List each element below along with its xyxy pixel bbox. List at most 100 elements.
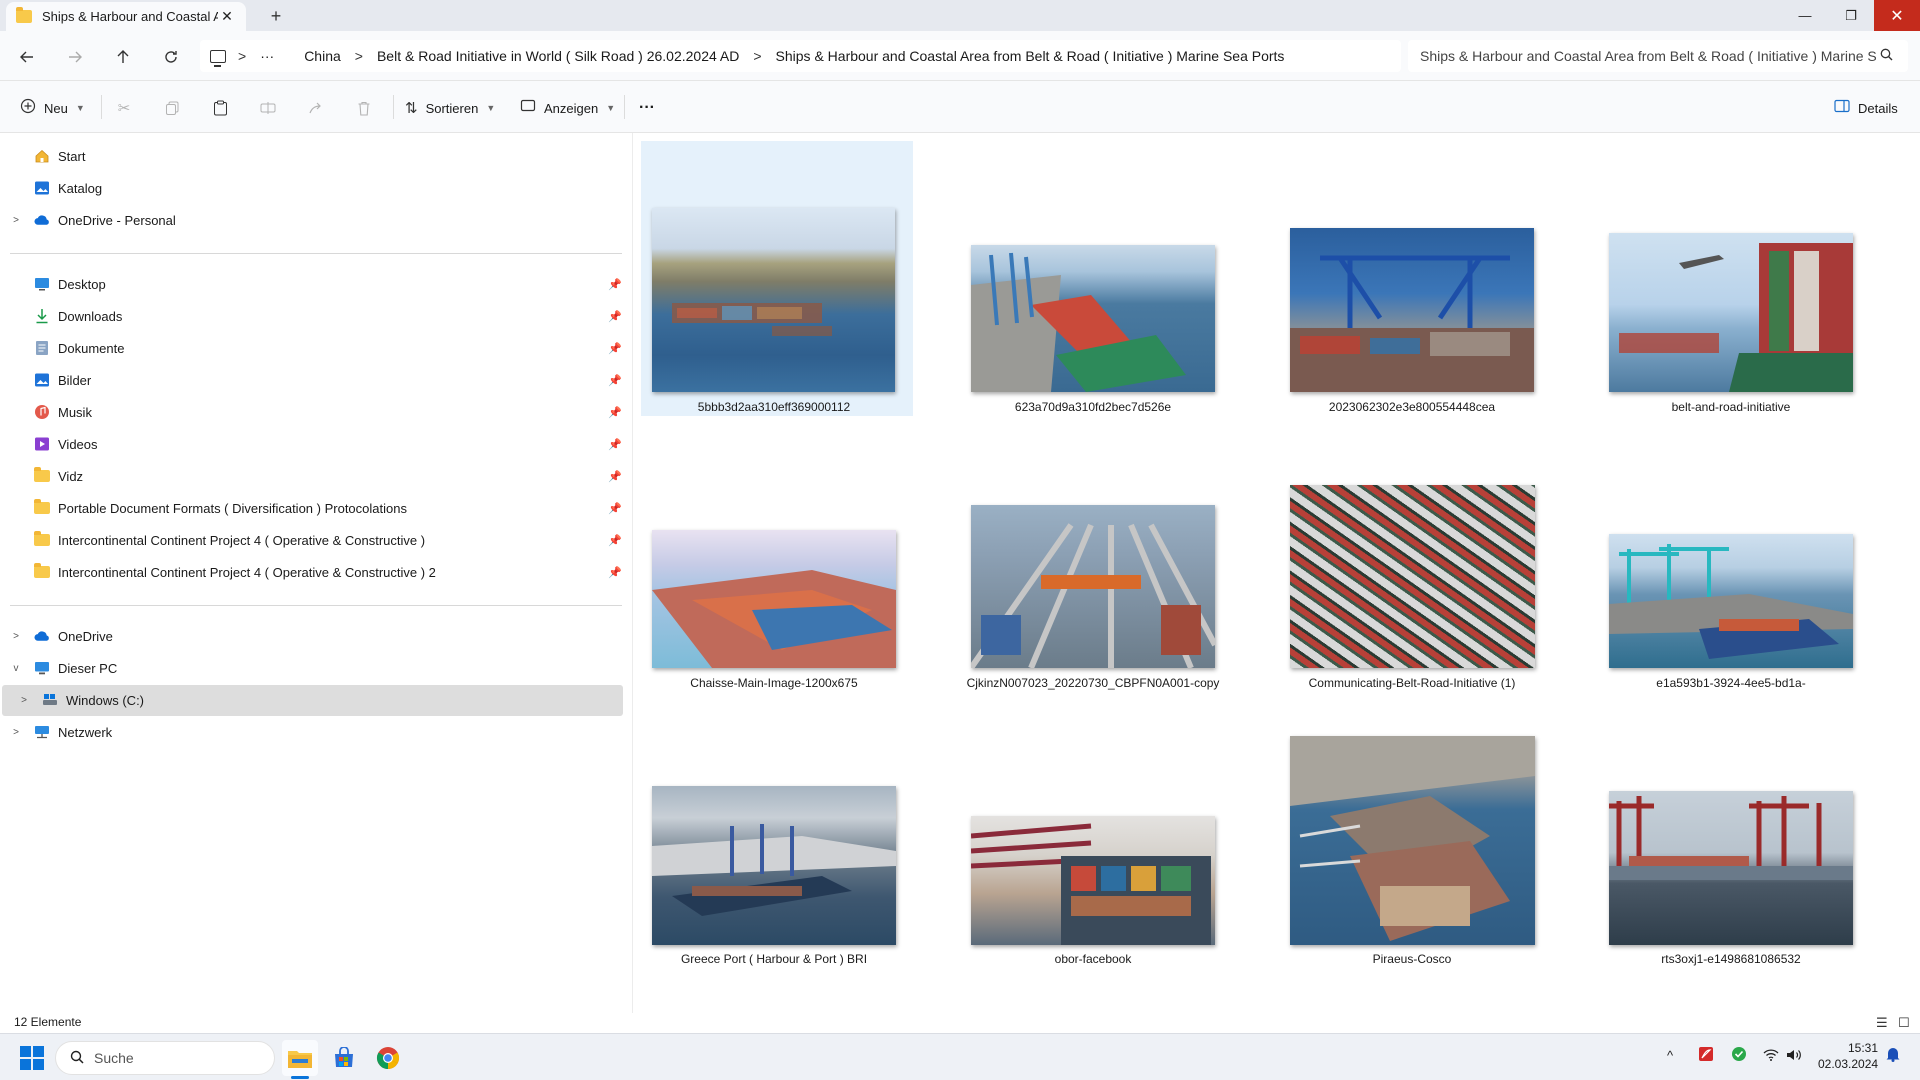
sort-button[interactable]: ⇅ Sortieren ▼ (405, 95, 495, 121)
forward-button[interactable] (62, 44, 88, 70)
start-button[interactable] (20, 1046, 44, 1070)
taskbar-search[interactable]: Suche (55, 1041, 275, 1075)
pin-icon[interactable]: 📌 (608, 470, 622, 483)
cut-button[interactable]: ✂ (111, 95, 137, 121)
sidebar-item-project-4[interactable]: Intercontinental Continent Project 4 ( O… (34, 525, 425, 555)
sidebar-item-project-4-2[interactable]: Intercontinental Continent Project 4 ( O… (34, 557, 436, 587)
paste-button[interactable] (207, 95, 233, 121)
breadcrumb-china[interactable]: China (304, 48, 341, 64)
back-button[interactable] (14, 44, 40, 70)
file-name[interactable]: Chaisse-Main-Image-1200x675 (624, 676, 924, 690)
sidebar-item-videos[interactable]: Videos (34, 429, 98, 459)
file-thumbnail[interactable] (1290, 485, 1535, 668)
file-name[interactable]: 2023062302e3e800554448cea (1262, 400, 1562, 414)
new-button[interactable]: Neu ▼ (20, 95, 85, 121)
sidebar-item-start[interactable]: Start (34, 141, 85, 171)
sidebar-item-windows-c[interactable]: Windows (C:) (42, 685, 144, 715)
file-name[interactable]: Piraeus-Cosco (1262, 952, 1562, 966)
file-thumbnail[interactable] (652, 786, 896, 945)
search-box[interactable]: Ships & Harbour and Coastal Area from Be… (1408, 40, 1908, 72)
tab-close-icon[interactable]: ✕ (218, 8, 236, 25)
file-name[interactable]: CjkinzN007023_20220730_CBPFN0A001-copy (943, 676, 1243, 690)
chevron-right-icon[interactable]: > (17, 695, 31, 706)
breadcrumb-belt-road[interactable]: Belt & Road Initiative in World ( Silk R… (377, 48, 739, 64)
wifi-icon[interactable] (1763, 1048, 1779, 1065)
breadcrumb-current[interactable]: Ships & Harbour and Coastal Area from Be… (776, 48, 1285, 64)
file-thumbnail[interactable] (1290, 736, 1535, 945)
pin-icon[interactable]: 📌 (608, 438, 622, 451)
sidebar-item-pdf-folder[interactable]: Portable Document Formats ( Diversificat… (34, 493, 407, 523)
tab-current-folder[interactable]: Ships & Harbour and Coastal A ✕ (6, 2, 246, 31)
pin-icon[interactable]: 📌 (608, 566, 622, 579)
rename-button[interactable] (255, 95, 281, 121)
breadcrumb-separator[interactable]: > (238, 48, 246, 64)
file-thumbnail[interactable] (1609, 233, 1853, 392)
chevron-down-icon[interactable]: v (9, 663, 23, 674)
maximize-button[interactable]: ❐ (1828, 0, 1874, 31)
volume-icon[interactable] (1786, 1048, 1802, 1065)
pin-icon[interactable]: 📌 (608, 342, 622, 355)
chevron-right-icon[interactable]: > (9, 215, 23, 226)
chevron-right-icon[interactable]: > (9, 631, 23, 642)
sidebar-item-onedrive-personal[interactable]: OneDrive - Personal (34, 205, 176, 235)
security-tray-icon[interactable] (1731, 1046, 1747, 1065)
file-thumbnail[interactable] (971, 816, 1215, 945)
store-app[interactable] (326, 1040, 362, 1076)
sidebar-item-onedrive[interactable]: OneDrive (34, 621, 113, 651)
file-thumbnail[interactable] (1290, 228, 1534, 392)
file-thumbnail[interactable] (652, 530, 896, 668)
details-button[interactable]: Details (1834, 95, 1898, 121)
sidebar-item-pictures[interactable]: Bilder (34, 365, 91, 395)
file-thumbnail[interactable] (971, 245, 1215, 392)
pin-icon[interactable]: 📌 (608, 310, 622, 323)
chrome-app[interactable] (370, 1040, 406, 1076)
search-input[interactable]: Ships & Harbour and Coastal Area from Be… (1420, 48, 1876, 64)
breadcrumb-separator[interactable]: > (355, 48, 363, 64)
delete-button[interactable] (351, 95, 377, 121)
close-button[interactable]: ✕ (1874, 0, 1920, 31)
file-name[interactable]: e1a593b1-3924-4ee5-bd1a- (1581, 676, 1881, 690)
up-button[interactable] (110, 44, 136, 70)
pin-icon[interactable]: 📌 (608, 278, 622, 291)
pin-icon[interactable]: 📌 (608, 406, 622, 419)
file-thumbnail[interactable] (971, 505, 1215, 668)
breadcrumb-separator[interactable]: > (753, 48, 761, 64)
file-name[interactable]: rts3oxj1-e1498681086532 (1581, 952, 1881, 966)
file-name[interactable]: Communicating-Belt-Road-Initiative (1) (1262, 676, 1562, 690)
file-thumbnail[interactable] (652, 208, 895, 392)
notification-bell-icon[interactable] (1886, 1046, 1900, 1065)
sidebar-item-katalog[interactable]: Katalog (34, 173, 102, 203)
sidebar-item-this-pc[interactable]: Dieser PC (34, 653, 117, 683)
refresh-button[interactable] (158, 44, 184, 70)
file-name[interactable]: belt-and-road-initiative (1581, 400, 1881, 414)
copy-button[interactable] (159, 95, 185, 121)
sidebar-item-documents[interactable]: Dokumente (34, 333, 124, 363)
file-thumbnail[interactable] (1609, 534, 1853, 668)
sidebar-item-music[interactable]: Musik (34, 397, 92, 427)
sidebar-item-network[interactable]: Netzwerk (34, 717, 112, 747)
more-options-button[interactable]: ··· (639, 95, 655, 121)
file-name[interactable]: Greece Port ( Harbour & Port ) BRI (624, 952, 924, 966)
minimize-button[interactable]: — (1782, 0, 1828, 31)
file-name[interactable]: obor-facebook (943, 952, 1243, 966)
details-view-icon[interactable]: ☰ (1876, 1015, 1888, 1031)
sidebar-item-downloads[interactable]: Downloads (34, 301, 122, 331)
share-button[interactable] (303, 95, 329, 121)
pin-icon[interactable]: 📌 (608, 502, 622, 515)
breadcrumb-overflow[interactable]: ··· (260, 48, 274, 64)
pin-icon[interactable]: 📌 (608, 534, 622, 547)
address-bar[interactable]: > ··· China > Belt & Road Initiative in … (200, 40, 1401, 72)
sidebar-item-vidz[interactable]: Vidz (34, 461, 83, 491)
file-name[interactable]: 623a70d9a310fd2bec7d526e (943, 400, 1243, 414)
file-explorer-app[interactable] (282, 1040, 318, 1076)
acrobat-tray-icon[interactable] (1698, 1046, 1714, 1065)
pin-icon[interactable]: 📌 (608, 374, 622, 387)
large-icons-view-icon[interactable]: ☐ (1898, 1015, 1910, 1031)
new-tab-button[interactable]: + (262, 4, 290, 28)
show-hidden-icons-button[interactable]: ^ (1667, 1048, 1673, 1063)
sidebar-item-desktop[interactable]: Desktop (34, 269, 106, 299)
chevron-right-icon[interactable]: > (9, 727, 23, 738)
file-thumbnail[interactable] (1609, 791, 1853, 945)
system-clock[interactable]: 15:31 02.03.2024 (1818, 1040, 1878, 1072)
view-button[interactable]: Anzeigen ▼ (520, 95, 615, 121)
